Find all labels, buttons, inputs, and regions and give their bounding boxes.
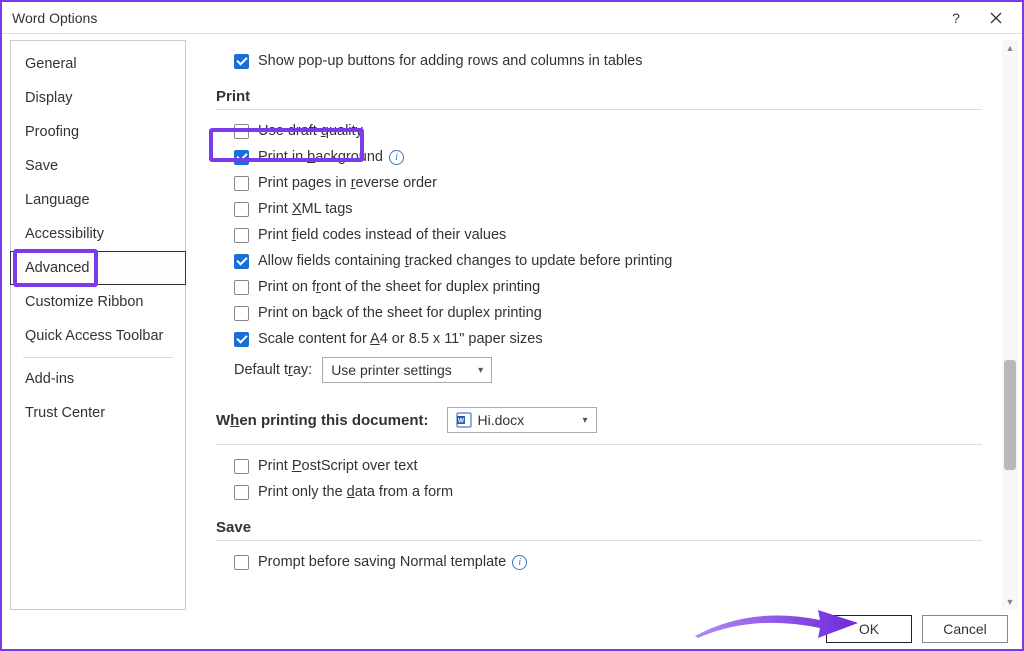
dropdown-doc-value: Hi.docx — [478, 412, 525, 428]
checkbox-field-codes[interactable] — [234, 228, 249, 243]
label-form-data: Print only the data from a form — [258, 484, 453, 500]
dropdown-document[interactable]: W Hi.docx ▾ — [447, 407, 597, 433]
sidebar-item-advanced[interactable]: Advanced — [10, 251, 186, 285]
sidebar-item-display[interactable]: Display — [11, 81, 185, 115]
section-print-head: Print — [216, 88, 982, 105]
category-sidebar: General Display Proofing Save Language A… — [10, 40, 186, 610]
scroll-up-icon[interactable]: ▲ — [1002, 40, 1018, 56]
info-icon[interactable]: i — [389, 150, 404, 165]
info-icon[interactable]: i — [512, 555, 527, 570]
checkbox-postscript[interactable] — [234, 459, 249, 474]
sidebar-item-quick-access[interactable]: Quick Access Toolbar — [11, 319, 185, 353]
window-title: Word Options — [12, 10, 97, 26]
label-duplex-back: Print on back of the sheet for duplex pr… — [258, 305, 542, 321]
section-docprint-head: When printing this document: — [216, 412, 429, 429]
checkbox-popup-buttons[interactable] — [234, 54, 249, 69]
sidebar-item-trust-center[interactable]: Trust Center — [11, 396, 185, 430]
cancel-button[interactable]: Cancel — [922, 615, 1008, 643]
checkbox-tracked-changes[interactable] — [234, 254, 249, 269]
sidebar-item-general[interactable]: General — [11, 47, 185, 81]
checkbox-draft-quality[interactable] — [234, 124, 249, 139]
close-button[interactable] — [976, 3, 1016, 33]
word-doc-icon: W — [456, 412, 472, 428]
label-scale-content: Scale content for A4 or 8.5 x 11" paper … — [258, 331, 543, 347]
chevron-down-icon: ▾ — [582, 415, 587, 426]
ok-button[interactable]: OK — [826, 615, 912, 643]
label-duplex-front: Print on front of the sheet for duplex p… — [258, 279, 540, 295]
label-popup-buttons: Show pop-up buttons for adding rows and … — [258, 53, 642, 69]
sidebar-item-save[interactable]: Save — [11, 149, 185, 183]
checkbox-reverse-order[interactable] — [234, 176, 249, 191]
label-xml-tags: Print XML tags — [258, 201, 353, 217]
label-tracked-changes: Allow fields containing tracked changes … — [258, 253, 672, 269]
checkbox-duplex-front[interactable] — [234, 280, 249, 295]
label-draft-quality: Use draft quality — [258, 123, 363, 139]
vertical-scrollbar[interactable]: ▲ ▼ — [1002, 40, 1018, 610]
checkbox-duplex-back[interactable] — [234, 306, 249, 321]
dropdown-tray-value: Use printer settings — [331, 362, 452, 378]
sidebar-divider — [23, 357, 173, 358]
checkbox-scale-content[interactable] — [234, 332, 249, 347]
label-default-tray: Default tray: — [234, 362, 312, 378]
label-postscript: Print PostScript over text — [258, 458, 418, 474]
chevron-down-icon: ▾ — [478, 365, 483, 376]
section-save-head: Save — [216, 519, 982, 536]
sidebar-item-addins[interactable]: Add-ins — [11, 362, 185, 396]
sidebar-item-customize-ribbon[interactable]: Customize Ribbon — [11, 285, 185, 319]
label-field-codes: Print field codes instead of their value… — [258, 227, 506, 243]
scroll-thumb[interactable] — [1004, 360, 1016, 470]
checkbox-xml-tags[interactable] — [234, 202, 249, 217]
checkbox-form-data[interactable] — [234, 485, 249, 500]
dropdown-default-tray[interactable]: Use printer settings ▾ — [322, 357, 492, 383]
label-print-background: Print in background — [258, 149, 383, 165]
label-normal-template: Prompt before saving Normal template — [258, 554, 506, 570]
help-button[interactable]: ? — [936, 3, 976, 33]
titlebar: Word Options ? — [2, 2, 1022, 34]
checkbox-print-background[interactable] — [234, 150, 249, 165]
label-reverse-order: Print pages in reverse order — [258, 175, 437, 191]
options-content: Show pop-up buttons for adding rows and … — [186, 34, 1002, 616]
svg-text:W: W — [457, 418, 464, 425]
checkbox-normal-template[interactable] — [234, 555, 249, 570]
sidebar-item-language[interactable]: Language — [11, 183, 185, 217]
sidebar-item-accessibility[interactable]: Accessibility — [11, 217, 185, 251]
dialog-footer: OK Cancel — [826, 615, 1008, 643]
sidebar-item-proofing[interactable]: Proofing — [11, 115, 185, 149]
scroll-down-icon[interactable]: ▼ — [1002, 594, 1018, 610]
